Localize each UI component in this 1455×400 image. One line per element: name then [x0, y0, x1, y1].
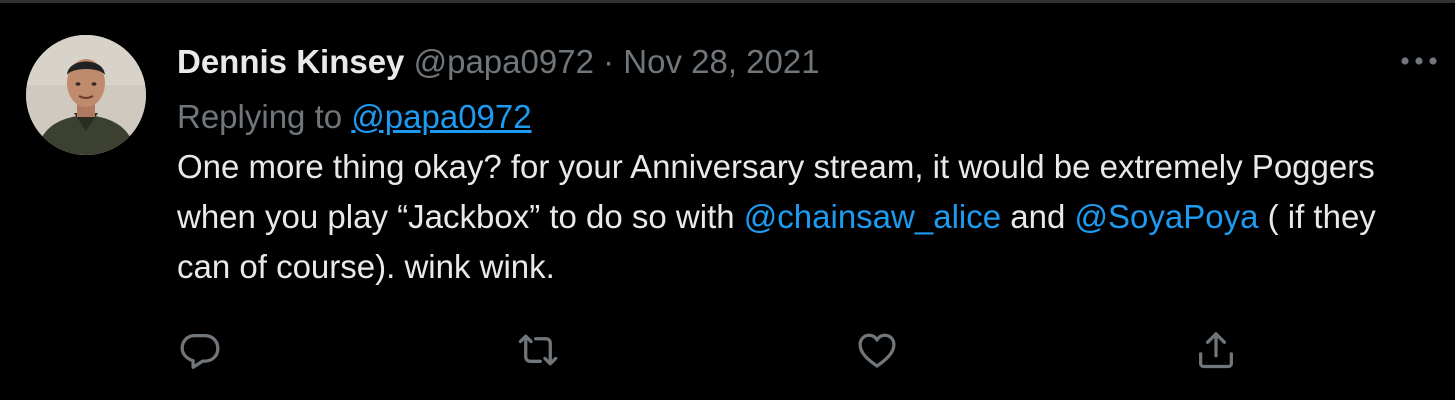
author-display-name[interactable]: Dennis Kinsey [177, 43, 404, 80]
tweet-text: One more thing okay? for your Anniversar… [177, 142, 1397, 292]
header-separator: · [603, 43, 615, 80]
retweet-icon [518, 334, 558, 366]
tweet-timestamp[interactable]: Nov 28, 2021 [623, 43, 819, 80]
more-horizontal-icon [1401, 57, 1437, 65]
more-options-button[interactable] [1398, 47, 1440, 75]
replying-to: Replying to @papa0972 [177, 95, 1397, 139]
tweet-text-part2: and [1010, 198, 1066, 235]
share-button[interactable] [1192, 326, 1240, 374]
avatar[interactable] [26, 35, 146, 155]
reply-button[interactable] [176, 326, 224, 374]
top-divider [0, 0, 1455, 3]
replying-to-label: Replying to [177, 98, 343, 135]
mention-chainsaw-alice-link[interactable]: @chainsaw_alice [744, 198, 1001, 235]
tweet-actions [0, 326, 1455, 376]
heart-icon [858, 333, 896, 368]
like-button[interactable] [853, 326, 901, 374]
tweet-content: Dennis Kinsey @papa0972 · Nov 28, 2021 R… [177, 40, 1397, 292]
mention-soyapoya-link[interactable]: @SoyaPoya [1075, 198, 1259, 235]
author-handle[interactable]: @papa0972 [414, 43, 594, 80]
reply-icon [180, 333, 220, 369]
tweet-header: Dennis Kinsey @papa0972 · Nov 28, 2021 [177, 40, 1397, 84]
retweet-button[interactable] [514, 326, 562, 374]
share-icon [1199, 332, 1233, 369]
replying-to-handle-link[interactable]: @papa0972 [351, 98, 531, 135]
